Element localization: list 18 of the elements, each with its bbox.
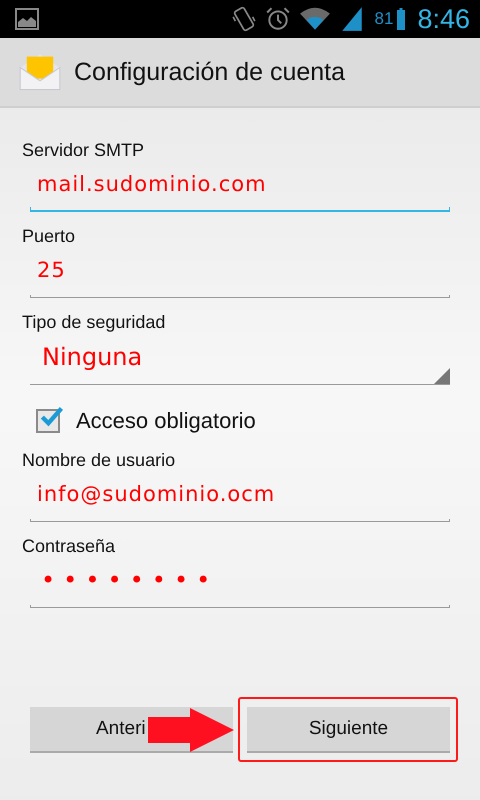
checkbox[interactable] xyxy=(36,409,60,433)
next-button[interactable]: Siguiente xyxy=(247,707,450,753)
checkbox-label: Acceso obligatorio xyxy=(76,408,256,434)
field-label: Contraseña xyxy=(22,535,116,558)
clock-time: 8:46 xyxy=(417,4,470,34)
alarm-clock-icon xyxy=(264,6,291,32)
field-label: Nombre de usuario xyxy=(22,449,176,472)
battery-percent: 81 xyxy=(374,9,394,29)
screen-title: Configuración de cuenta xyxy=(74,58,346,86)
picture-notification-icon xyxy=(15,8,39,30)
security-dropdown[interactable]: Ninguna xyxy=(30,334,170,376)
field-label: Tipo de seguridad xyxy=(22,311,166,334)
battery-icon xyxy=(397,8,406,30)
vibrate-icon xyxy=(230,6,257,32)
dropdown-triangle-icon xyxy=(434,368,450,384)
wifi-icon xyxy=(298,6,331,32)
field-label: Servidor SMTP xyxy=(22,139,146,162)
field-label: Puerto xyxy=(22,225,76,248)
